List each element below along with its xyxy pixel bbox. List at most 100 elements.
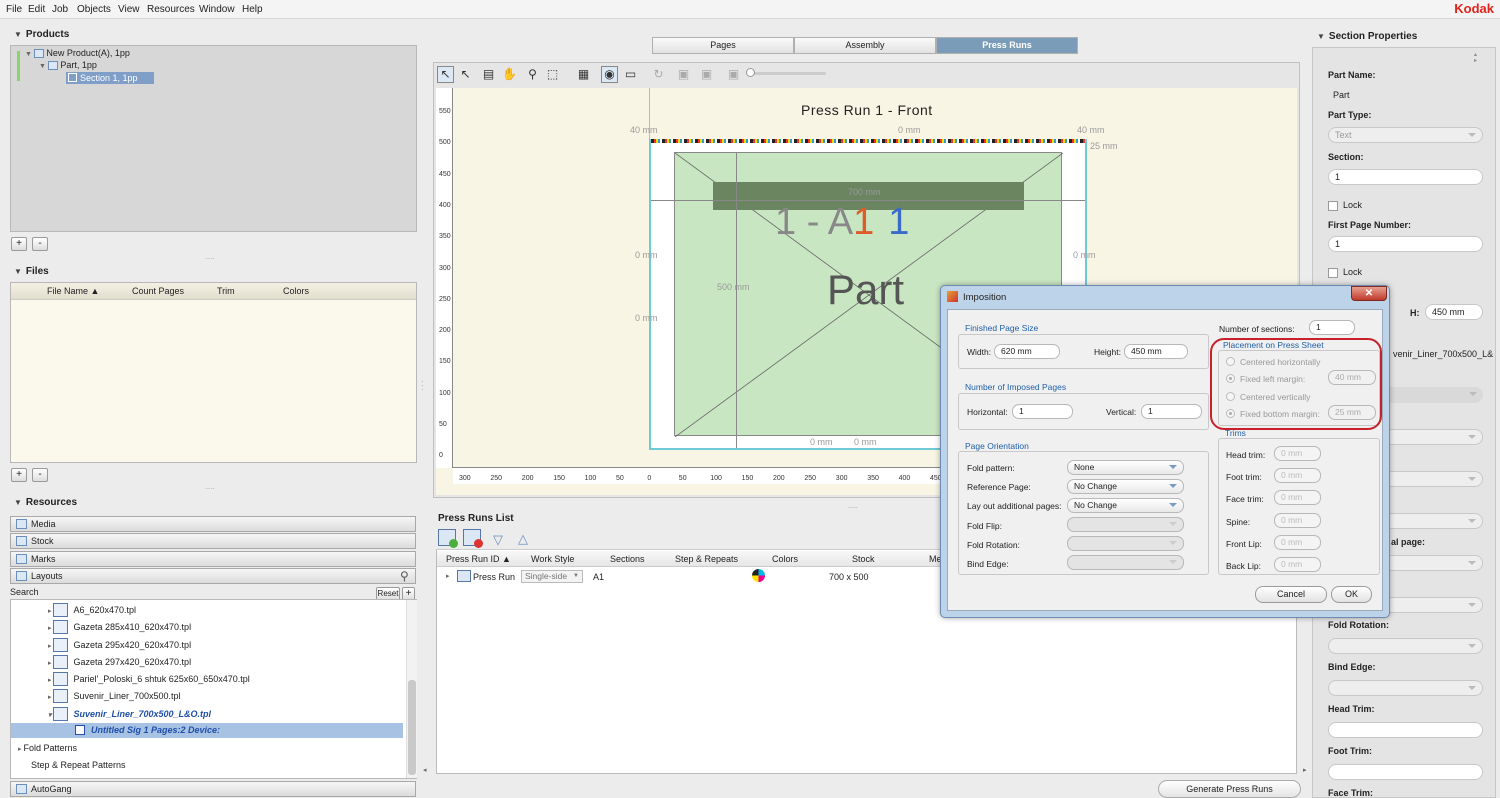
col-step-repeats[interactable]: Step & Repeats (675, 554, 738, 564)
face-trim-field[interactable]: 0 mm (1274, 490, 1321, 505)
splitter-handle[interactable]: ..... (205, 484, 215, 491)
splitter-handle[interactable]: ..... (205, 254, 215, 261)
layout2-icon[interactable]: ▣ (698, 66, 715, 83)
add-press-run-icon[interactable] (438, 529, 458, 548)
bind-edge-select[interactable] (1067, 555, 1184, 570)
front-lip-field[interactable]: 0 mm (1274, 535, 1321, 550)
work-style-select[interactable]: Single-side ▼ (521, 570, 583, 583)
first-page-field[interactable]: 1 (1328, 236, 1483, 252)
tab-pages[interactable]: Pages (652, 37, 794, 54)
scroll-left-icon[interactable]: ◂ (423, 766, 427, 774)
num-sections-field[interactable]: 1 (1309, 320, 1355, 335)
menu-edit[interactable]: Edit (28, 4, 45, 15)
template-item[interactable]: ▸ A6_620x470.tpl (48, 601, 136, 619)
tab-press-runs[interactable]: Press Runs (936, 37, 1078, 54)
tree-item-part[interactable]: ▼ Part, 1pp (39, 60, 97, 71)
preview-eye-icon[interactable]: ◉ (601, 66, 618, 83)
ok-button[interactable]: OK (1331, 586, 1372, 603)
search-icon[interactable]: ⚲ (400, 569, 409, 583)
fold-patterns-item[interactable]: ▸ Fold Patterns (18, 743, 77, 753)
head-trim-field[interactable]: 0 mm (1274, 446, 1321, 461)
marks-tool-icon[interactable]: ▦ (575, 66, 592, 83)
panel-scroll-arrows[interactable]: ▴ ▸ (1474, 52, 1477, 64)
zoom-tool-icon[interactable]: ⚲ (524, 66, 541, 83)
foot-trim-field[interactable] (1328, 764, 1483, 780)
resource-layouts[interactable]: Layouts (10, 568, 416, 584)
move-up-icon[interactable]: △ (518, 531, 528, 547)
lock-first-page-checkbox[interactable]: Lock (1328, 267, 1362, 278)
tree-item-section[interactable]: Section 1, 1pp (66, 72, 154, 84)
col-stock[interactable]: Stock (852, 554, 875, 564)
scrollbar-thumb[interactable] (408, 680, 416, 775)
signature-item-selected[interactable]: Untitled Sig 1 Pages:2 Device: (11, 723, 403, 738)
add-product-button[interactable]: + (11, 237, 27, 251)
fold-rotation-select[interactable] (1067, 536, 1184, 551)
template-item[interactable]: ▸ Gazeta 295x420_620x470.tpl (48, 636, 191, 654)
ruler-tool-icon[interactable]: ▭ (622, 66, 639, 83)
tree-item-product[interactable]: ▼ New Product(A), 1pp (25, 48, 130, 59)
col-work-style[interactable]: Work Style (531, 554, 574, 564)
menu-window[interactable]: Window (199, 4, 235, 15)
marquee-tool-icon[interactable]: ⬚ (544, 66, 561, 83)
layout-icon[interactable]: ▣ (675, 66, 692, 83)
foot-trim-field[interactable]: 0 mm (1274, 468, 1321, 483)
width-field[interactable]: 620 mm (994, 344, 1060, 359)
menu-resources[interactable]: Resources (147, 4, 195, 15)
menu-file[interactable]: File (6, 4, 22, 15)
resource-stock[interactable]: Stock (10, 533, 416, 549)
h-field[interactable]: 450 mm (1425, 304, 1483, 320)
col-file-name[interactable]: File Name ▲ (47, 286, 99, 296)
step-repeat-item[interactable]: Step & Repeat Patterns (31, 760, 126, 770)
menu-job[interactable]: Job (52, 4, 68, 15)
vertical-field[interactable]: 1 (1141, 404, 1202, 419)
part-type-select[interactable]: Text (1328, 127, 1483, 143)
spine-field[interactable]: 0 mm (1274, 513, 1321, 528)
layout3-icon[interactable]: ▣ (725, 66, 742, 83)
template-item[interactable]: ▸ Gazeta 297x420_620x470.tpl (48, 653, 191, 671)
scroll-right-icon[interactable]: ▸ (1303, 766, 1307, 774)
zoom-slider[interactable] (746, 68, 826, 77)
menu-view[interactable]: View (118, 4, 140, 15)
col-sections[interactable]: Sections (610, 554, 645, 564)
resource-marks[interactable]: Marks (10, 551, 416, 567)
template-item-selected[interactable]: ▾ Suvenir_Liner_700x500_L&O.tpl (48, 705, 211, 723)
tab-assembly[interactable]: Assembly (794, 37, 936, 54)
cancel-button[interactable]: Cancel (1255, 586, 1327, 603)
reference-page-select[interactable]: No Change (1067, 479, 1184, 494)
press-run-row[interactable]: ▸ Press Run Single-side ▼ A1 700 x 500 (437, 569, 937, 585)
fold-rotation-select[interactable] (1328, 638, 1483, 654)
splitter-handle[interactable]: ..... (848, 503, 858, 510)
subselect-tool-icon[interactable]: ↖ (457, 66, 474, 83)
lock-section-checkbox[interactable]: Lock (1328, 200, 1362, 211)
back-lip-field[interactable]: 0 mm (1274, 557, 1321, 572)
layout-additional-select[interactable]: No Change (1067, 498, 1184, 513)
template-item[interactable]: ▸ Gazeta 285x410_620x470.tpl (48, 618, 191, 636)
template-item[interactable]: ▸ Pariel'_Poloski_6 shtuk 625x60_650x470… (48, 670, 250, 688)
section-properties-header[interactable]: ▼ Section Properties (1317, 31, 1417, 42)
zoom-slider-thumb[interactable] (746, 68, 755, 77)
col-count-pages[interactable]: Count Pages (132, 286, 184, 296)
files-header[interactable]: ▼ Files (14, 266, 49, 277)
col-trim[interactable]: Trim (217, 286, 235, 296)
generate-press-runs-button[interactable]: Generate Press Runs (1158, 780, 1301, 798)
products-header[interactable]: ▼ Products (14, 29, 69, 40)
select-tool-icon[interactable]: ↖ (437, 66, 454, 83)
menu-help[interactable]: Help (242, 4, 263, 15)
resource-media[interactable]: Media (10, 516, 416, 532)
remove-file-button[interactable]: - (32, 468, 48, 482)
fold-flip-select[interactable] (1067, 517, 1184, 532)
section-field[interactable]: 1 (1328, 169, 1483, 185)
fold-pattern-select[interactable]: None (1067, 460, 1184, 475)
vertical-splitter[interactable]: · · · (421, 378, 424, 394)
height-field[interactable]: 450 mm (1124, 344, 1188, 359)
horizontal-field[interactable]: 1 (1012, 404, 1073, 419)
add-file-button[interactable]: + (11, 468, 27, 482)
bind-edge-select[interactable] (1328, 680, 1483, 696)
head-trim-field[interactable] (1328, 722, 1483, 738)
rotate-icon[interactable]: ↻ (650, 66, 667, 83)
hand-tool-icon[interactable]: ✋ (501, 66, 518, 83)
menu-objects[interactable]: Objects (77, 4, 111, 15)
resource-autogang[interactable]: AutoGang (10, 781, 416, 797)
col-press-run-id[interactable]: Press Run ID ▲ (446, 554, 511, 564)
resources-header[interactable]: ▼ Resources (14, 497, 77, 508)
